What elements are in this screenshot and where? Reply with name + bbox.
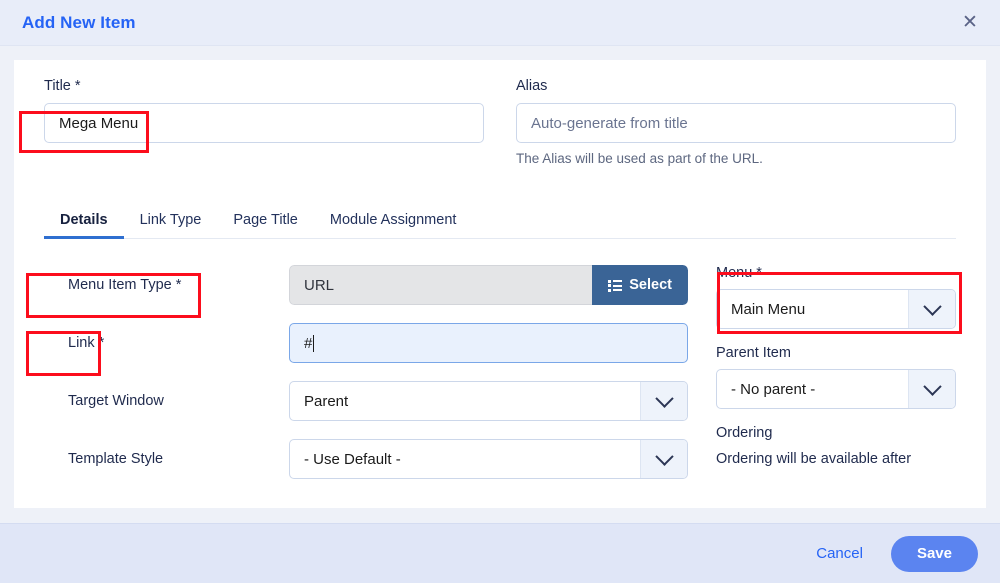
target-window-control: Parent	[289, 381, 688, 421]
chevron-down-icon	[908, 290, 955, 328]
tab-details[interactable]: Details	[44, 212, 124, 238]
chevron-down-icon	[908, 370, 955, 408]
target-window-row: Target Window Parent	[44, 381, 688, 421]
tab-module-assignment[interactable]: Module Assignment	[314, 212, 473, 238]
template-style-control: - Use Default -	[289, 439, 688, 479]
parent-item-value: - No parent -	[717, 381, 908, 398]
menu-item-type-row: Menu Item Type * URL	[44, 265, 688, 305]
alias-label: Alias	[516, 78, 956, 94]
tab-bar: Details Link Type Page Title Module Assi…	[44, 200, 956, 239]
modal-body: Title * Alias The Alias will be used as …	[0, 46, 1000, 523]
title-alias-row: Title * Alias The Alias will be used as …	[44, 78, 956, 166]
modal-footer: Cancel Save	[0, 523, 1000, 583]
menu-item-type-label: Menu Item Type *	[44, 277, 289, 293]
parent-item-select[interactable]: - No parent -	[716, 369, 956, 409]
alias-input[interactable]	[516, 103, 956, 143]
add-new-item-modal: Add New Item ✕ Title * Alias The Alias w…	[0, 0, 1000, 583]
page-title: Add New Item	[22, 13, 136, 33]
details-panel: Menu Item Type * URL	[44, 265, 956, 497]
save-button[interactable]: Save	[891, 536, 978, 572]
title-field-group: Title *	[44, 78, 484, 166]
list-icon	[608, 280, 622, 291]
menu-field-group: Menu * Main Menu	[716, 265, 956, 329]
tab-link-type[interactable]: Link Type	[124, 212, 218, 238]
cancel-button[interactable]: Cancel	[806, 537, 873, 570]
menu-item-type-control: URL Select	[289, 265, 688, 305]
title-label: Title *	[44, 78, 484, 94]
target-window-select[interactable]: Parent	[289, 381, 688, 421]
parent-item-label: Parent Item	[716, 345, 956, 361]
link-label: Link *	[44, 335, 289, 351]
details-right-column: Menu * Main Menu Parent Item - No parent…	[708, 265, 956, 497]
link-row: Link * #	[44, 323, 688, 363]
template-style-select[interactable]: - Use Default -	[289, 439, 688, 479]
menu-select[interactable]: Main Menu	[716, 289, 956, 329]
close-icon[interactable]: ✕	[958, 11, 982, 35]
menu-item-type-value: URL	[289, 265, 592, 305]
select-button-label: Select	[629, 277, 672, 293]
chevron-down-icon	[640, 382, 687, 420]
link-input[interactable]: #	[289, 323, 688, 363]
menu-item-type-input-group: URL Select	[289, 265, 688, 305]
text-cursor	[313, 335, 314, 352]
template-style-row: Template Style - Use Default -	[44, 439, 688, 479]
modal-header: Add New Item ✕	[0, 0, 1000, 46]
parent-item-field-group: Parent Item - No parent -	[716, 345, 956, 409]
ordering-note: Ordering will be available after	[716, 449, 956, 471]
target-window-label: Target Window	[44, 393, 289, 409]
link-control: #	[289, 323, 688, 363]
menu-label: Menu *	[716, 265, 956, 281]
ordering-label: Ordering	[716, 425, 956, 441]
select-button[interactable]: Select	[592, 265, 688, 305]
template-style-label: Template Style	[44, 451, 289, 467]
tab-page-title[interactable]: Page Title	[217, 212, 314, 238]
alias-help-text: The Alias will be used as part of the UR…	[516, 151, 956, 166]
chevron-down-icon	[640, 440, 687, 478]
link-input-value: #	[304, 335, 312, 352]
form-card: Title * Alias The Alias will be used as …	[14, 60, 986, 508]
ordering-field-group: Ordering Ordering will be available afte…	[716, 425, 956, 471]
template-style-value: - Use Default -	[290, 451, 640, 468]
title-input[interactable]	[44, 103, 484, 143]
alias-field-group: Alias The Alias will be used as part of …	[516, 78, 956, 166]
details-left-column: Menu Item Type * URL	[44, 265, 708, 497]
target-window-value: Parent	[290, 393, 640, 410]
menu-value: Main Menu	[717, 301, 908, 318]
